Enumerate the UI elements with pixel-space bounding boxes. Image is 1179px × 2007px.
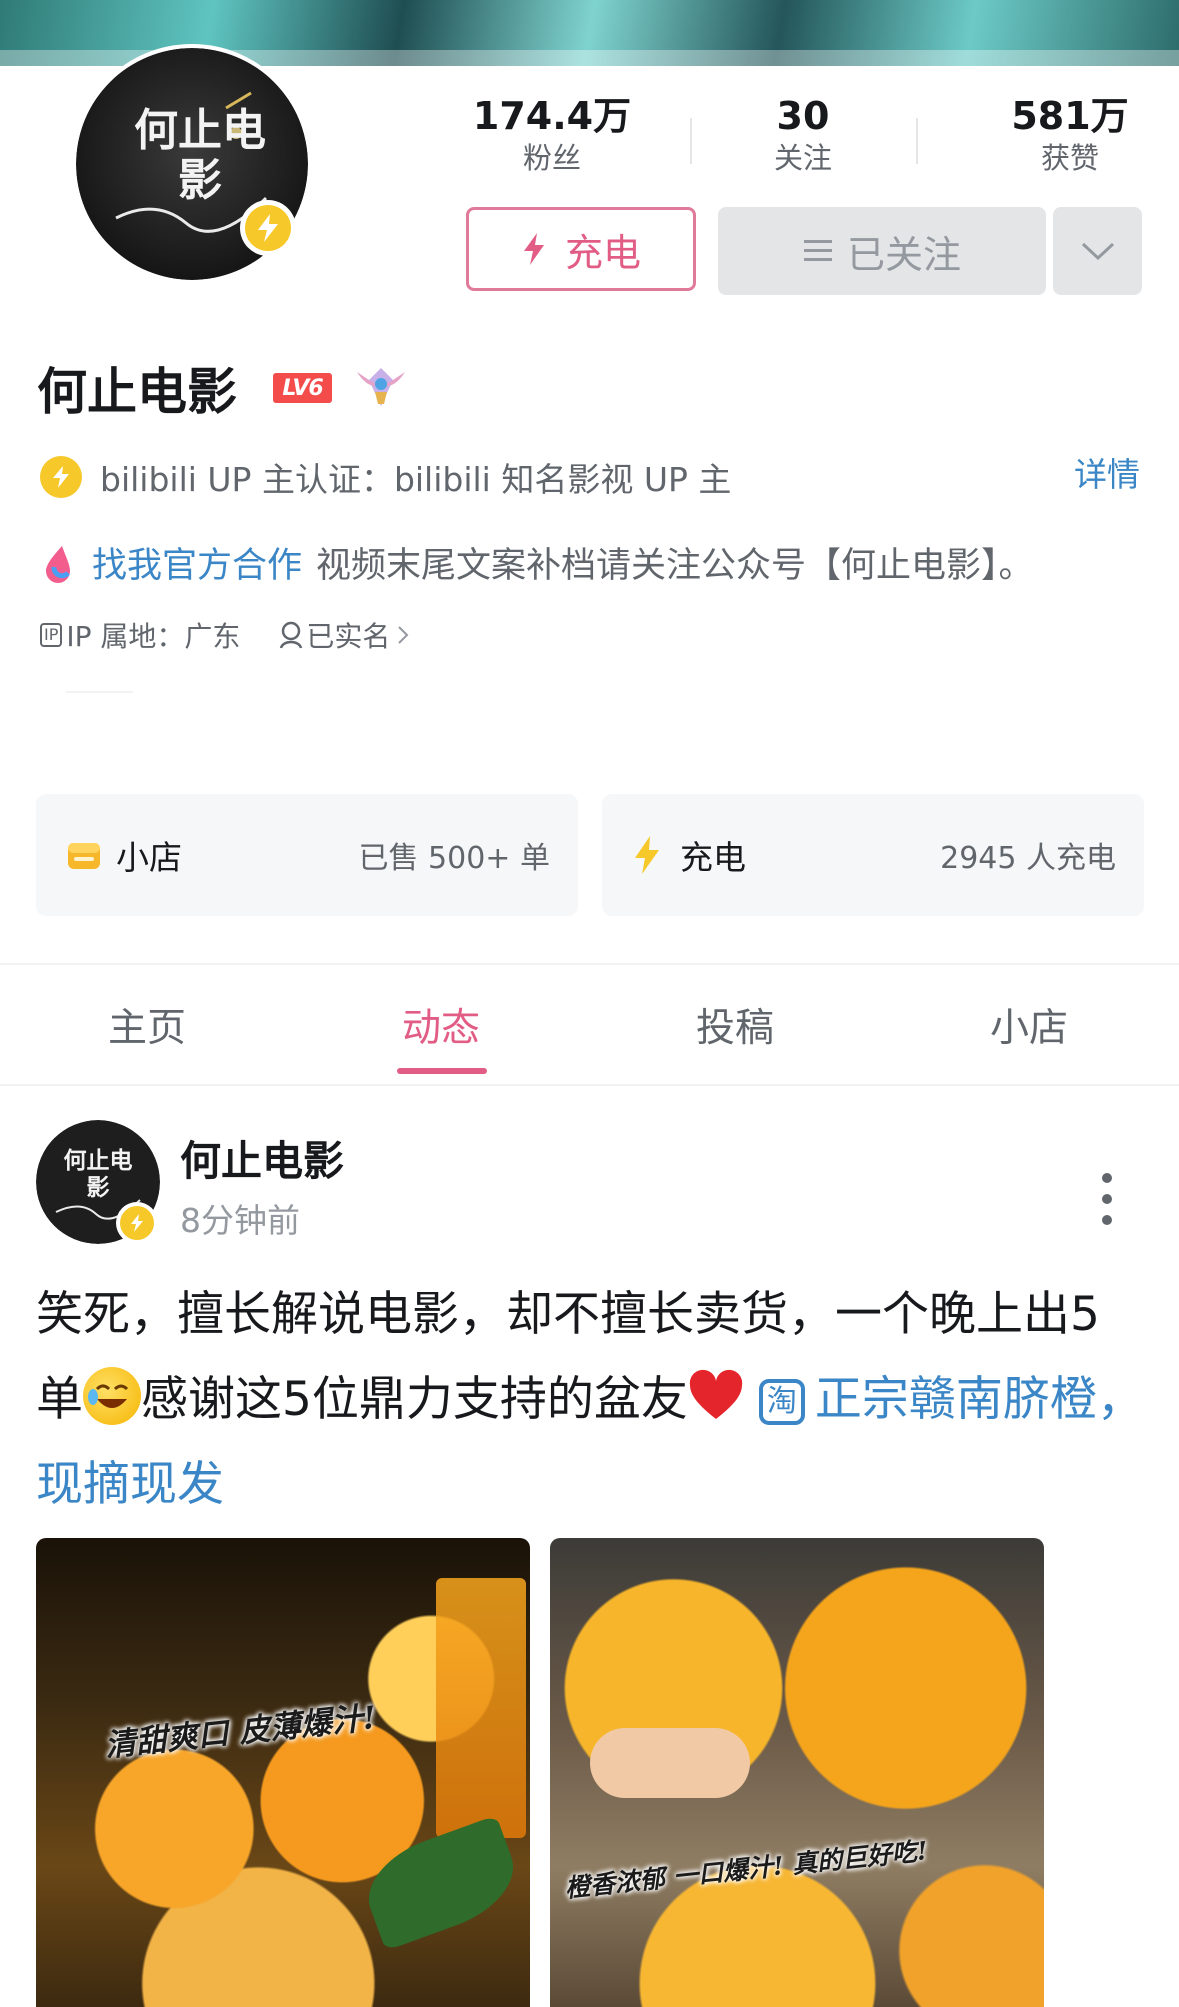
- leaf-shape: [355, 1815, 527, 1951]
- stat-following[interactable]: 30 关注: [703, 94, 903, 176]
- post-avatar-logo-text: 何止电影: [63, 1148, 133, 1201]
- stat-likes-value: 581万: [1011, 94, 1129, 138]
- charge-button[interactable]: 充电: [466, 207, 696, 291]
- followed-button[interactable]: 已关注: [718, 207, 1046, 295]
- level-badge: LV6: [273, 373, 332, 403]
- laughing-emoji-icon: [83, 1367, 141, 1425]
- real-name-text: 已实名: [306, 620, 391, 653]
- chevron-right-icon: [398, 626, 409, 644]
- signature-text: 视频末尾文案补档请关注公众号【何止电影】。: [316, 546, 1034, 586]
- post-image-1[interactable]: 清甜爽口 皮薄爆汁!: [36, 1538, 530, 2007]
- ip-icon: IP: [40, 623, 63, 647]
- medal-icon: [353, 362, 409, 410]
- shop-card-left: 小店: [66, 794, 182, 916]
- taobao-icon: 淘: [758, 1379, 805, 1425]
- post-author-name[interactable]: 何止电影: [180, 1127, 344, 1187]
- stat-divider: [916, 118, 918, 164]
- post-content: 笑死，擅长解说电影，却不擅长卖货，一个晚上出5单 感谢这5位鼎力支持的盆友 淘正宗…: [36, 1272, 1146, 1527]
- juice-glass: [436, 1578, 526, 1838]
- signature-row: 找我官方合作 视频末尾文案补档请关注公众号【何止电影】。: [40, 537, 1034, 588]
- shop-card[interactable]: 小店 已售 500+ 单: [36, 794, 578, 916]
- profile-tabs: 主页 动态 投稿 小店: [0, 966, 1179, 1084]
- stat-divider: [690, 118, 692, 164]
- tab-uploads[interactable]: 投稿: [588, 966, 882, 1084]
- tab-active-indicator: [397, 1068, 487, 1074]
- post-charge-badge: [116, 1202, 158, 1244]
- menu-lines-icon: [803, 240, 832, 261]
- bolt-icon: [523, 233, 544, 265]
- profile-avatar[interactable]: 何止电影: [72, 44, 312, 284]
- followed-button-label: 已关注: [846, 232, 961, 277]
- more-options-button[interactable]: [1053, 207, 1142, 295]
- shop-icon: [68, 843, 100, 869]
- real-name-link[interactable]: 已实名: [278, 615, 410, 655]
- tab-shop[interactable]: 小店: [882, 966, 1176, 1084]
- verified-bolt-icon: [40, 456, 82, 498]
- profile-name: 何止电影: [37, 363, 237, 421]
- bolt-icon: [635, 836, 659, 874]
- charge-card-label: 充电: [680, 838, 746, 877]
- shop-card-value: 已售 500+ 单: [358, 841, 550, 876]
- bolt-icon: [258, 214, 278, 242]
- ip-location: IP 属地：广东: [66, 620, 241, 653]
- hand-shape: [590, 1728, 750, 1798]
- stat-fans[interactable]: 174.4万 粉丝: [452, 94, 652, 176]
- shop-card-label: 小店: [116, 838, 182, 877]
- post-image-2[interactable]: 橙香浓郁 一口爆汁! 真的巨好吃!: [550, 1538, 1044, 2007]
- stat-fans-value: 174.4万: [472, 94, 632, 138]
- more-vertical-icon[interactable]: [1101, 1172, 1113, 1226]
- divider: [0, 963, 1179, 965]
- cooperation-link[interactable]: 找我官方合作: [92, 537, 302, 588]
- stat-following-label: 关注: [773, 141, 832, 175]
- verification-row: bilibili UP 主认证：bilibili 知名影视 UP 主: [40, 453, 731, 501]
- post-text-part2: 感谢这5位鼎力支持的盆友: [141, 1372, 688, 1427]
- image1-caption: 清甜爽口 皮薄爆汁!: [103, 1699, 378, 1765]
- meta-row: IP IP 属地：广东 已实名: [40, 615, 410, 655]
- charge-card-value: 2945 人充电: [940, 841, 1116, 876]
- verification-text: bilibili UP 主认证：bilibili 知名影视 UP 主: [100, 460, 732, 499]
- stat-likes[interactable]: 581万 获赞: [970, 94, 1170, 176]
- divider: [66, 691, 133, 693]
- user-verified-icon: [280, 621, 303, 649]
- stat-fans-label: 粉丝: [522, 141, 581, 175]
- divider: [0, 1084, 1179, 1086]
- image2-caption: 橙香浓郁 一口爆汁! 真的巨好吃!: [563, 1836, 930, 1903]
- stat-likes-label: 获赞: [1040, 141, 1099, 175]
- details-link[interactable]: 详情: [1074, 448, 1140, 496]
- charge-badge: [240, 200, 296, 256]
- avatar-logo-text: 何止电影: [134, 105, 266, 206]
- charge-card[interactable]: 充电 2945 人充电: [602, 794, 1144, 916]
- bolt-icon: [131, 1214, 143, 1232]
- tab-dynamics[interactable]: 动态: [294, 966, 588, 1084]
- charge-card-left: 充电: [632, 794, 746, 916]
- chevron-down-icon: [1081, 242, 1114, 261]
- heart-icon: [689, 1369, 743, 1419]
- stat-following-value: 30: [776, 94, 830, 138]
- cooperation-icon: [46, 545, 70, 583]
- tab-home[interactable]: 主页: [0, 966, 294, 1084]
- post-time: 8分钟前: [180, 1201, 300, 1240]
- charge-button-label: 充电: [564, 230, 641, 275]
